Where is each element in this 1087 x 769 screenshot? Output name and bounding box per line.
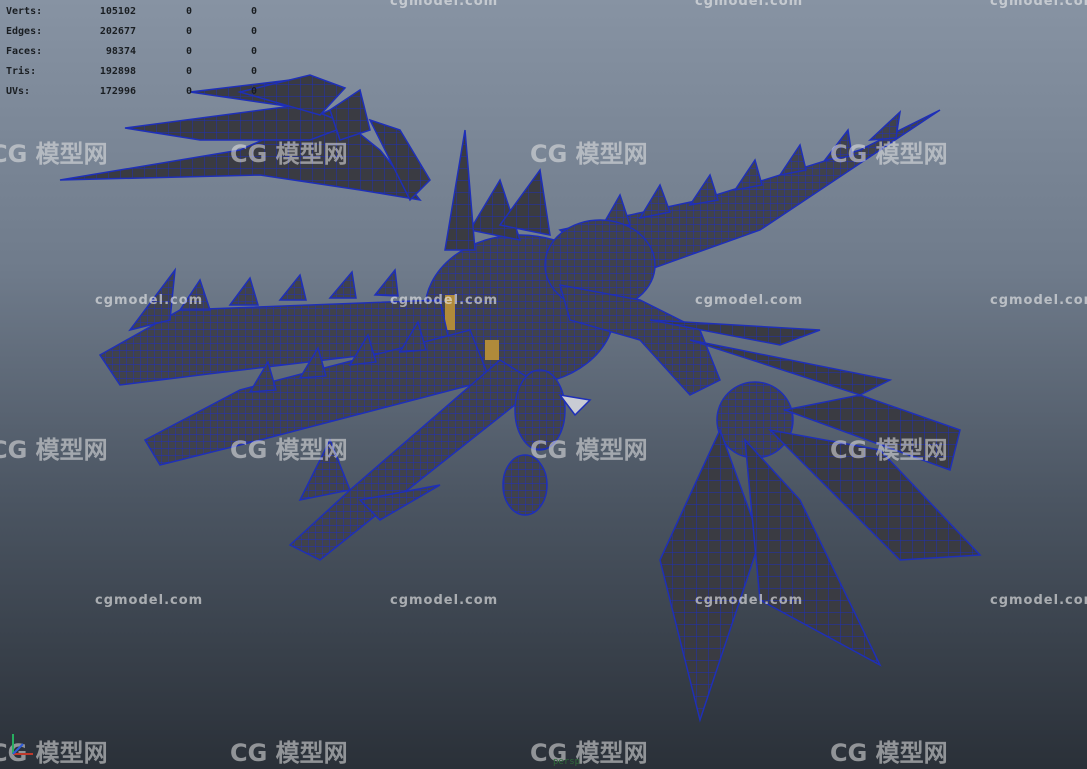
logo-text: 模型网 xyxy=(275,140,348,168)
logo-text: 模型网 xyxy=(575,739,648,767)
hud-value: 0 xyxy=(250,6,257,17)
hud-label: Edges: xyxy=(6,26,43,37)
watermark-logo: CG 模型网 xyxy=(530,733,648,768)
logo-prefix: CG xyxy=(530,436,568,464)
hud-value: 172996 xyxy=(99,86,136,97)
right-wing xyxy=(558,284,982,723)
logo-text: 模型网 xyxy=(575,140,648,168)
hud-label: Tris: xyxy=(6,66,37,77)
hud-value: 0 xyxy=(250,66,257,77)
watermark-text: cgmodel.com xyxy=(990,293,1087,308)
logo-text: 模型网 xyxy=(35,436,108,464)
hud-value: 0 xyxy=(185,26,192,37)
logo-text: 模型网 xyxy=(275,739,348,767)
hud-row-faces: Faces: 98374 0 0 xyxy=(6,42,266,62)
hud-value: 0 xyxy=(250,26,257,37)
hud-value: 0 xyxy=(185,6,192,17)
hud-row-edges: Edges: 202677 0 0 xyxy=(6,22,266,42)
watermark-logo: CG 模型网 xyxy=(830,733,948,768)
logo-text: 模型网 xyxy=(875,739,948,767)
logo-prefix: CG xyxy=(230,140,268,168)
watermark-text: cgmodel.com xyxy=(95,593,204,608)
watermark-logo: CG 模型网 xyxy=(230,134,348,169)
axis-gizmo-icon xyxy=(12,734,33,755)
watermark-text: cgmodel.com xyxy=(990,593,1087,608)
logo-prefix: CG xyxy=(230,436,268,464)
watermark-logo: CG 模型网 xyxy=(0,430,108,465)
poly-count-hud: Verts: 105102 0 0 Edges: 202677 0 0 Face… xyxy=(6,2,266,102)
watermark-text: cgmodel.com xyxy=(990,0,1087,9)
hud-value: 0 xyxy=(250,86,257,97)
watermark-logo: CG 模型网 xyxy=(830,430,948,465)
watermark-text: cgmodel.com xyxy=(695,0,804,9)
hud-row-uvs: UVs: 172996 0 0 xyxy=(6,82,266,102)
hud-label: Faces: xyxy=(6,46,43,57)
hud-value: 192898 xyxy=(99,66,136,77)
watermark-logo: CG 模型网 xyxy=(230,430,348,465)
hud-row-verts: Verts: 105102 0 0 xyxy=(6,2,266,22)
hud-value: 0 xyxy=(185,86,192,97)
logo-prefix: CG xyxy=(0,436,28,464)
watermark-logo: CG 模型网 xyxy=(530,430,648,465)
hud-row-tris: Tris: 192898 0 0 xyxy=(6,62,266,82)
watermark-logo: CG 模型网 xyxy=(530,134,648,169)
camera-label: persp xyxy=(553,757,581,767)
watermark-logo: CG 模型网 xyxy=(230,733,348,768)
watermark-text: cgmodel.com xyxy=(390,593,499,608)
watermark-text: cgmodel.com xyxy=(390,0,499,9)
hud-label: UVs: xyxy=(6,86,31,97)
logo-prefix: CG xyxy=(830,739,868,767)
logo-prefix: CG xyxy=(830,436,868,464)
hud-value: 0 xyxy=(185,66,192,77)
logo-text: 模型网 xyxy=(35,739,108,767)
watermark-logo: CG 模型网 xyxy=(830,134,948,169)
watermark-text: cgmodel.com xyxy=(95,293,204,308)
logo-text: 模型网 xyxy=(875,140,948,168)
logo-text: 模型网 xyxy=(575,436,648,464)
3d-viewport[interactable]: Verts: 105102 0 0 Edges: 202677 0 0 Face… xyxy=(0,0,1087,769)
hud-label: Verts: xyxy=(6,6,43,17)
hud-value: 98374 xyxy=(105,46,136,57)
watermark-text: cgmodel.com xyxy=(390,293,499,308)
logo-prefix: CG xyxy=(230,739,268,767)
hud-value: 202677 xyxy=(99,26,136,37)
logo-prefix: CG xyxy=(530,140,568,168)
hud-value: 0 xyxy=(250,46,257,57)
hud-value: 0 xyxy=(185,46,192,57)
logo-text: 模型网 xyxy=(35,140,108,168)
watermark-text: cgmodel.com xyxy=(695,293,804,308)
logo-prefix: CG xyxy=(830,140,868,168)
logo-prefix: CG xyxy=(0,140,28,168)
hud-value: 105102 xyxy=(99,6,136,17)
dragon-model[interactable] xyxy=(0,0,1087,769)
watermark-text: cgmodel.com xyxy=(695,593,804,608)
logo-text: 模型网 xyxy=(275,436,348,464)
logo-text: 模型网 xyxy=(875,436,948,464)
watermark-logo: CG 模型网 xyxy=(0,134,108,169)
